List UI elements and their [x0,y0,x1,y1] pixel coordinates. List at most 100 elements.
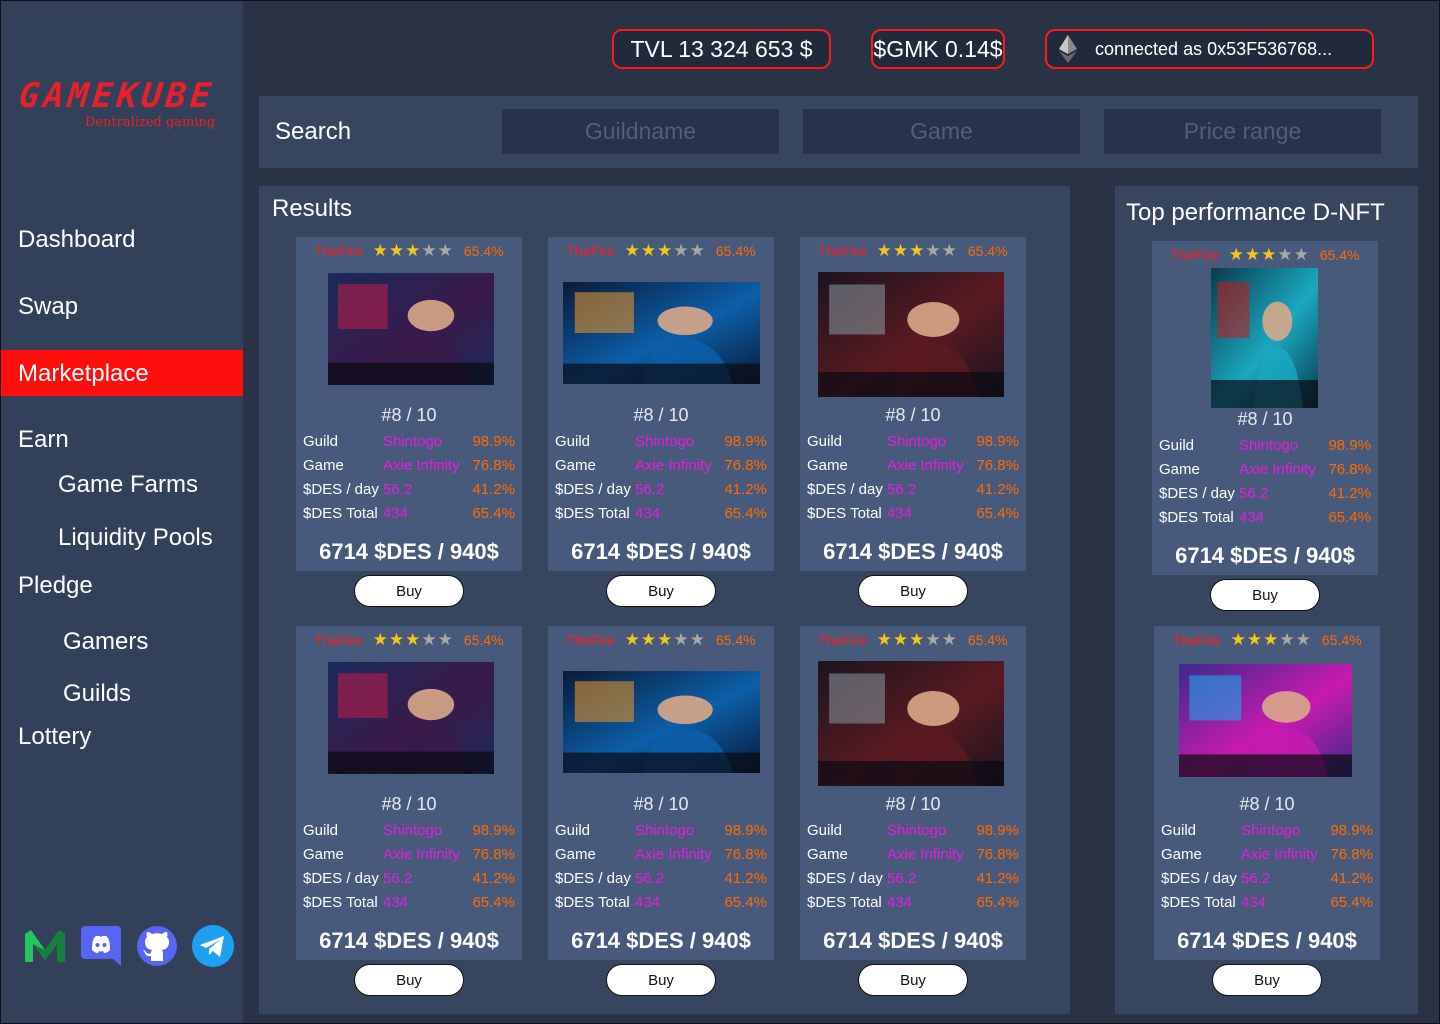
card-rank: #8 / 10 [381,405,437,425]
top-card-2[interactable]: TheFire ★★★★★ 65.4% #8 / 10 Guild Shintogo 98… [1154,626,1380,960]
card-price: 6714 $DES / 940$ [571,928,751,953]
stat-row: Guild Shintogo 98.9% [555,433,767,453]
nav-guilds[interactable]: Guilds [63,680,131,708]
game-input[interactable] [803,109,1080,154]
stat-label: Guild [1161,822,1197,839]
buy-button[interactable]: Buy [606,575,716,607]
result-card-5[interactable]: TheFire ★★★★★ 65.4% #8 / 10 Guild Shintogo 98… [548,626,774,960]
stat-row: $DES / day 56.2 41.2% [807,481,1019,501]
gamekube-logo[interactable]: GAMEKUBE Dentralized gaming [17,76,229,139]
stat-value: Axie Infinity [887,457,964,474]
star-icon: ★ [673,241,690,260]
stat-label: Guild [555,433,591,450]
social-links [23,924,235,968]
stat-row: $DES / day 56.2 41.2% [555,870,767,890]
wallet-button[interactable]: connected as 0x53F536768... [1045,29,1374,69]
github-icon[interactable] [135,924,179,968]
card-rating-percent: 65.4% [967,632,1008,648]
stat-percent: 65.4% [1328,509,1371,526]
buy-button[interactable]: Buy [1212,964,1322,996]
discord-icon[interactable] [79,924,123,968]
nft-image[interactable] [818,661,1004,786]
star-icon: ★ [689,630,706,649]
stat-row: $DES Total 434 65.4% [807,894,1019,914]
nft-image[interactable] [818,272,1004,397]
nft-image[interactable] [563,282,760,384]
stat-label: $DES / day [303,870,379,887]
nav-gamers[interactable]: Gamers [63,628,148,656]
top-card-1[interactable]: TheFire ★★★★★ 65.4% #8 / 10 Guild Shintogo 98… [1152,241,1378,575]
stat-value: Shintogo [1239,437,1299,454]
stat-row: Game Axie Infinity 76.8% [807,457,1019,477]
nav-game-farms[interactable]: Game Farms [58,471,198,499]
buy-button[interactable]: Buy [354,964,464,996]
stat-percent: 76.8% [976,457,1019,474]
nft-image[interactable] [563,671,760,773]
guildname-input[interactable] [502,109,779,154]
stat-percent: 41.2% [724,481,767,498]
nft-image[interactable] [328,273,494,385]
result-card-6[interactable]: TheFire ★★★★★ 65.4% #8 / 10 Guild Shintogo 98… [800,626,1026,960]
buy-button[interactable]: Buy [354,575,464,607]
card-price: 6714 $DES / 940$ [571,539,751,564]
stat-percent: 65.4% [976,505,1019,522]
star-icon: ★ [405,241,422,260]
result-card-1[interactable]: TheFire ★★★★★ 65.4% #8 / 10 Guild Shintogo 98… [296,237,522,571]
nav-lottery[interactable]: Lottery [18,723,91,751]
result-card-3[interactable]: TheFire ★★★★★ 65.4% #8 / 10 Guild Shintogo 98… [800,237,1026,571]
buy-button[interactable]: Buy [606,964,716,996]
nav-earn[interactable]: Earn [18,426,69,454]
nft-image[interactable] [1179,664,1352,777]
stat-label: Game [1159,461,1200,478]
star-icon: ★ [1244,245,1262,264]
result-card-4[interactable]: TheFire ★★★★★ 65.4% #8 / 10 Guild Shintogo 98… [296,626,522,960]
star-icon: ★ [640,630,658,649]
nav-swap[interactable]: Swap [18,293,78,321]
star-icon: ★ [673,630,690,649]
stat-label: $DES Total [303,505,378,522]
stat-label: $DES Total [1161,894,1236,911]
telegram-icon[interactable] [191,924,235,968]
nav-dashboard[interactable]: Dashboard [18,226,135,254]
buy-button[interactable]: Buy [858,575,968,607]
stat-label: Guild [807,433,843,450]
stat-value: 434 [887,894,913,911]
buy-button[interactable]: Buy [858,964,968,996]
stat-label: $DES / day [555,481,631,498]
stat-value: 434 [887,505,913,522]
stat-row: Game Axie Infinity 76.8% [1161,846,1373,866]
result-card-2[interactable]: TheFire ★★★★★ 65.4% #8 / 10 Guild Shintogo 98… [548,237,774,571]
card-header: TheFire ★★★★★ 65.4% [296,241,522,261]
stat-row: Guild Shintogo 98.9% [555,822,767,842]
medium-icon[interactable] [23,924,67,968]
nav-pledge[interactable]: Pledge [18,572,93,600]
stat-label: Guild [807,822,843,839]
star-icon: ★ [925,630,942,649]
stat-value: 56.2 [635,481,665,498]
stat-row: Guild Shintogo 98.9% [303,433,515,453]
stat-value: 434 [1239,509,1265,526]
stat-row: Guild Shintogo 98.9% [303,822,515,842]
stat-value: Shintogo [887,433,947,450]
star-icon: ★ [388,630,406,649]
star-rating: ★★★★★ [1229,245,1310,265]
stat-row: $DES Total 434 65.4% [555,505,767,525]
price-range-input[interactable] [1104,109,1381,154]
stat-value: Axie Infinity [887,846,964,863]
tvl-text: TVL 13 324 653 $ [630,35,813,62]
nft-image[interactable] [328,662,494,774]
nav-liquidity-pools[interactable]: Liquidity Pools [58,524,213,552]
stat-row: $DES Total 434 65.4% [1161,894,1373,914]
nav-marketplace[interactable]: Marketplace [18,360,149,388]
star-icon: ★ [1279,630,1296,649]
stat-label: Game [555,457,596,474]
stat-row: $DES Total 434 65.4% [303,894,515,914]
nft-image[interactable] [1211,268,1318,408]
stat-percent: 98.9% [724,433,767,450]
star-icon: ★ [689,241,706,260]
card-price: 6714 $DES / 940$ [823,928,1003,953]
star-icon: ★ [624,630,641,649]
stat-row: Game Axie Infinity 76.8% [807,846,1019,866]
buy-button[interactable]: Buy [1210,579,1320,611]
stat-label: $DES Total [807,505,882,522]
